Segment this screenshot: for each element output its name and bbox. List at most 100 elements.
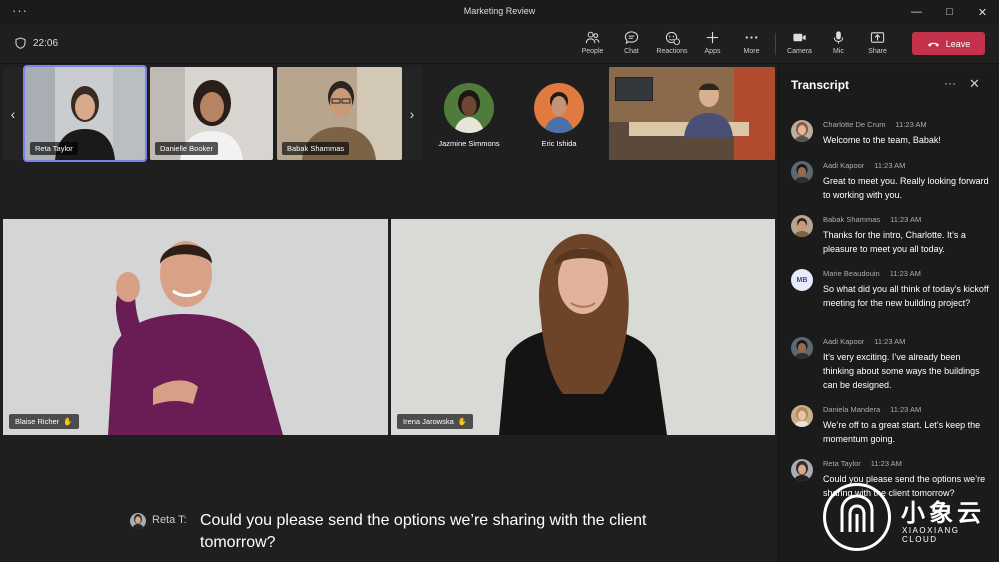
chevron-left-icon: ‹ <box>10 105 16 122</box>
people-icon <box>585 31 600 44</box>
participant-name: Jazmine Simmons <box>438 139 500 148</box>
people-button[interactable]: People <box>573 28 612 60</box>
watermark-cn-text: 小象云 <box>901 500 985 527</box>
hang-up-icon <box>927 42 939 47</box>
speaker-name: Aadi Kapoor <box>823 161 865 170</box>
entry-meta: Reta Taylor 11:23 AM <box>823 459 902 468</box>
avatar <box>791 215 813 237</box>
apps-label: Apps <box>704 48 721 55</box>
more-label: More <box>743 48 760 55</box>
speaker-name: Charlotte De Crum <box>823 120 886 129</box>
mic-icon <box>833 31 844 44</box>
participant-video-tile[interactable]: Blaise Richer ✋ <box>3 219 388 435</box>
entry-text: Great to meet you. Really looking forwar… <box>823 176 989 200</box>
watermark-en-text: XIAOXIANG CLOUD <box>902 526 960 544</box>
camera-button[interactable]: Camera <box>780 28 819 60</box>
apps-button[interactable]: Apps <box>693 28 732 60</box>
participant-name: Reta Taylor <box>30 142 78 155</box>
raised-hand-icon: ✋ <box>63 417 73 426</box>
meeting-stage: ‹ Reta Taylor Danielle Booker Babak Sham… <box>0 65 777 562</box>
camera-icon <box>793 33 806 42</box>
share-label: Share <box>868 48 887 55</box>
avatar <box>791 405 813 427</box>
avatar <box>791 459 813 481</box>
chat-label: Chat <box>624 48 639 55</box>
plus-icon <box>706 31 719 44</box>
elephant-logo-icon <box>823 483 891 551</box>
live-caption: Reta T: Could you please send the option… <box>130 510 690 554</box>
mic-label: Mic <box>833 48 844 55</box>
mic-button[interactable]: Mic <box>819 28 858 60</box>
participant-name-badge: Irena Jarowska ✋ <box>397 414 474 429</box>
entry-time: 11:23 AM <box>874 337 906 346</box>
speaker-name: Aadi Kapoor <box>823 337 865 346</box>
avatar <box>444 83 494 133</box>
avatar <box>130 513 146 529</box>
participant-avatar-tile[interactable]: Eric Ishida <box>513 67 605 160</box>
gallery-prev-button[interactable]: ‹ <box>3 67 23 160</box>
avatar <box>791 161 813 183</box>
entry-time: 11:23 AM <box>895 120 927 129</box>
toolbar-buttons: People Chat Reactions Apps More Camera M… <box>573 28 897 60</box>
participant-avatar-tile[interactable]: Jazmine Simmons <box>423 67 515 160</box>
participant-name: Irena Jarowska <box>403 417 454 426</box>
chat-icon <box>624 31 639 45</box>
meeting-timer: 22:06 <box>15 37 58 49</box>
window-title: Marketing Review <box>463 6 536 16</box>
entry-text: It’s very exciting. I’ve already been th… <box>823 352 980 390</box>
participant-thumb[interactable]: Reta Taylor <box>23 65 147 162</box>
leave-label: Leave <box>945 38 971 49</box>
chevron-right-icon: › <box>409 105 415 122</box>
more-options-icon[interactable]: ··· <box>944 76 956 90</box>
room-camera-thumb[interactable] <box>609 67 775 160</box>
people-label: People <box>581 48 604 55</box>
timer-text: 22:06 <box>33 37 59 49</box>
entry-time: 11:23 AM <box>890 405 922 414</box>
chat-button[interactable]: Chat <box>612 28 651 60</box>
reactions-icon <box>665 31 680 45</box>
participant-thumb[interactable]: Babak Shammas <box>277 67 402 160</box>
participant-name: Danielle Booker <box>155 142 218 155</box>
entry-meta: Daniela Mandera 11:23 AM <box>823 405 921 414</box>
entry-text: Thanks for the intro, Charlotte. It’s a … <box>823 230 966 254</box>
entry-text: We’re off to a great start. Let’s keep t… <box>823 420 981 444</box>
avatar <box>791 337 813 359</box>
caption-speaker: Reta T: <box>152 514 187 526</box>
more-icon <box>745 36 758 39</box>
speaker-name: Marie Beaudouin <box>823 269 880 278</box>
avatar <box>791 120 813 142</box>
participant-thumb[interactable]: Danielle Booker <box>150 67 273 160</box>
speaker-name: Reta Taylor <box>823 459 861 468</box>
maximize-icon[interactable]: □ <box>933 0 966 24</box>
participant-video-tile[interactable]: Irena Jarowska ✋ <box>391 219 775 435</box>
caption-text: Could you please send the options we’re … <box>200 512 647 551</box>
gallery-next-button[interactable]: › <box>402 67 422 160</box>
reactions-button[interactable]: Reactions <box>651 28 693 60</box>
raised-hand-icon: ✋ <box>457 417 468 426</box>
entry-time: 11:23 AM <box>874 161 906 170</box>
entry-time: 11:23 AM <box>890 215 922 224</box>
avatar <box>534 83 584 133</box>
participant-name: Blaise Richer <box>15 417 60 426</box>
speaker-name: Daniela Mandera <box>823 405 881 414</box>
entry-time: 11:23 AM <box>870 459 902 468</box>
share-icon <box>870 32 885 43</box>
close-window-icon[interactable]: ✕ <box>966 0 999 24</box>
watermark-logo: 小象云 XIAOXIANG CLOUD <box>823 483 995 553</box>
toolbar-divider <box>775 33 776 55</box>
close-icon[interactable]: ✕ <box>969 76 980 92</box>
participant-name: Eric Ishida <box>541 139 577 148</box>
avatar: MB <box>791 269 813 291</box>
participant-video <box>3 219 388 435</box>
panel-title: Transcript <box>791 78 850 92</box>
more-button[interactable]: More <box>732 28 771 60</box>
camera-label: Camera <box>787 48 812 55</box>
entry-meta: Marie Beaudouin 11:23 AM <box>823 269 921 278</box>
entry-meta: Babak Shammas 11:23 AM <box>823 215 921 224</box>
leave-button[interactable]: Leave <box>912 32 985 55</box>
share-button[interactable]: Share <box>858 28 897 60</box>
shield-icon <box>15 37 26 49</box>
minimize-icon[interactable]: — <box>900 0 933 24</box>
window-controls: — □ ✕ <box>900 0 999 24</box>
participant-name-badge: Blaise Richer ✋ <box>9 414 79 429</box>
